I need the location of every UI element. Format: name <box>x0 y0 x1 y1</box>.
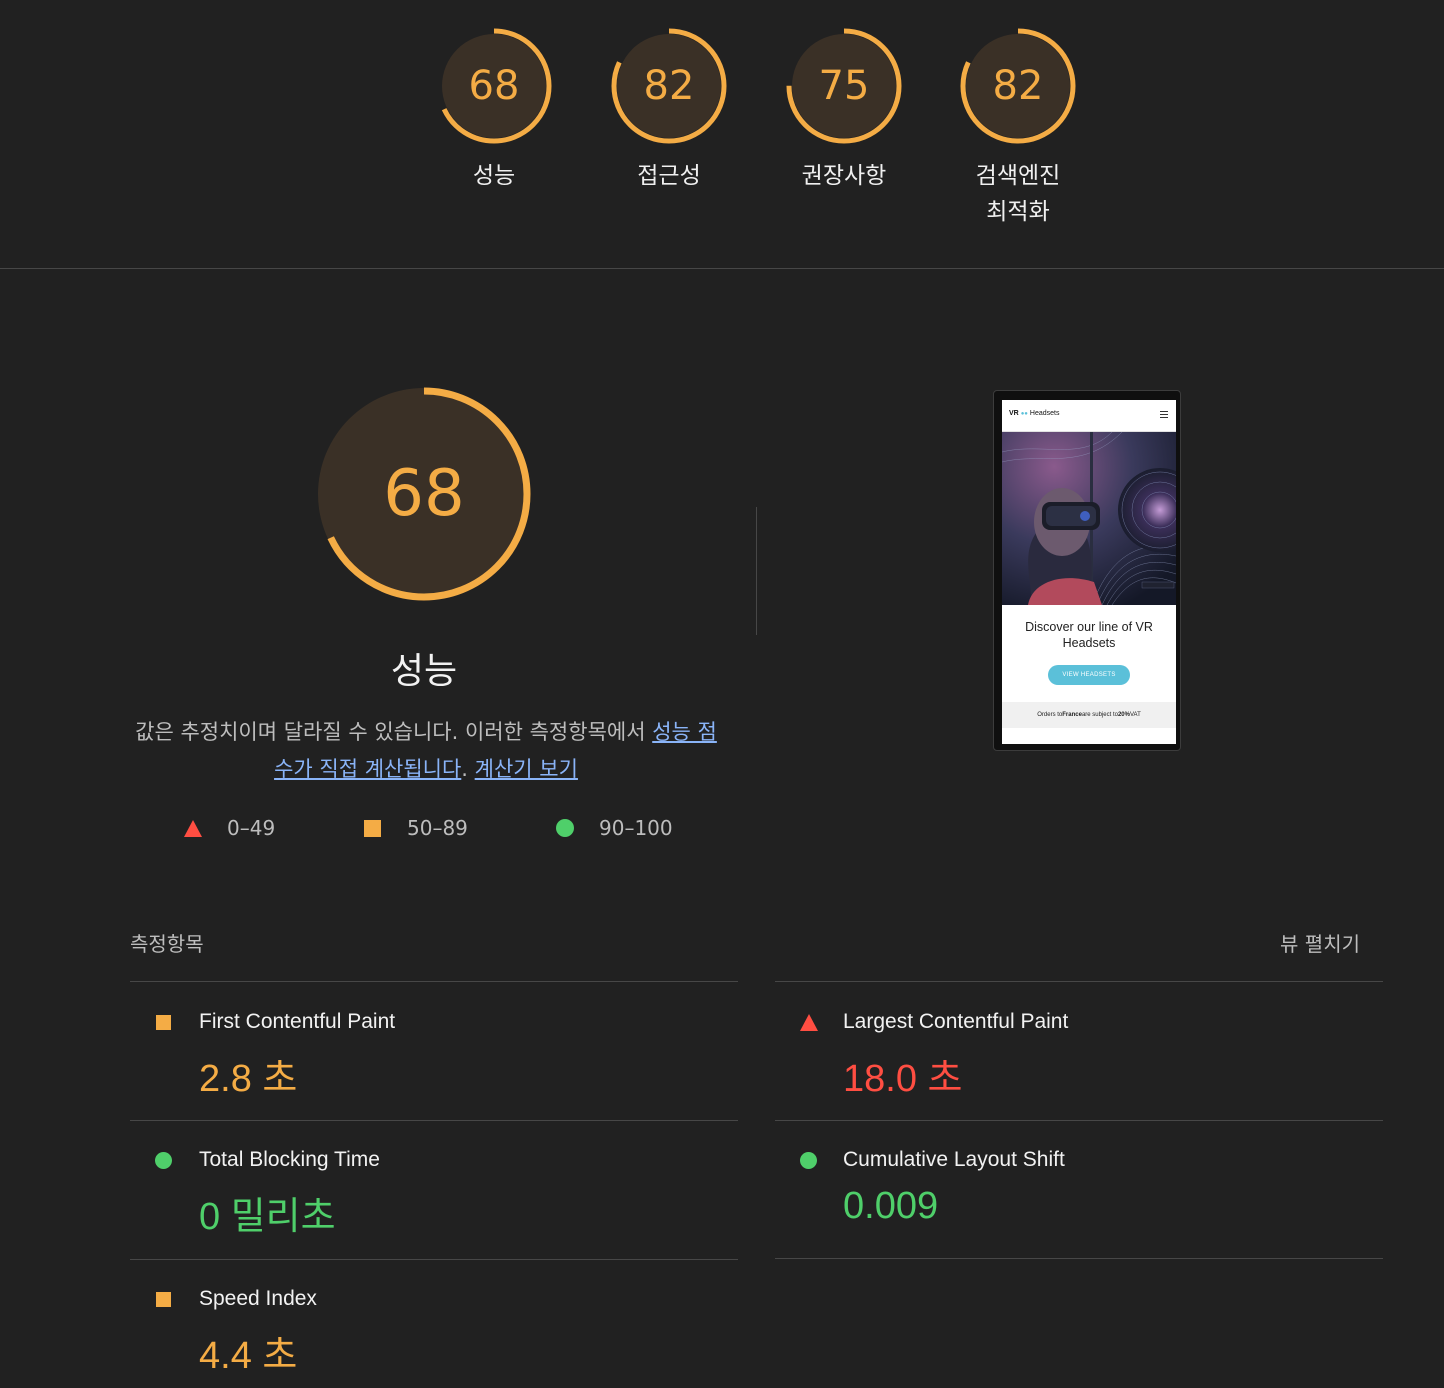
triangle-icon <box>800 1014 818 1031</box>
gauge-label: 권장사항 <box>801 163 887 189</box>
square-icon <box>156 1015 171 1030</box>
metric-cls-label: Cumulative Layout Shift <box>843 1148 1065 1171</box>
gauge-score: 82 <box>643 63 695 109</box>
description-text: 값은 추정치이며 달라질 수 있습니다. 이러한 측정항목에서 <box>135 720 653 744</box>
metrics-title: 측정항목 <box>130 932 204 956</box>
metric-si-value: 4.4 초 <box>199 1335 298 1377</box>
triangle-icon <box>184 819 202 837</box>
gauge-performance[interactable]: 68 성능 <box>434 26 554 189</box>
view-headsets-button: VIEW HEADSETS <box>1048 665 1130 685</box>
gauge-score: 75 <box>818 63 870 109</box>
legend-fail: 0–49 <box>184 816 275 840</box>
header-divider <box>0 268 1444 269</box>
square-icon <box>364 819 381 837</box>
divider <box>130 981 738 982</box>
metric-fcp-label: First Contentful Paint <box>199 1010 396 1033</box>
metric-si-label: Speed Index <box>199 1287 317 1310</box>
gauge-best-practices[interactable]: 75 권장사항 <box>784 26 904 189</box>
legend-range: 0–49 <box>227 816 276 840</box>
divider <box>130 1259 738 1260</box>
vat-notice: Orders to France are subject to 20% VAT <box>1002 702 1176 728</box>
gauge-score: 82 <box>992 63 1044 109</box>
screenshot-header: VR ●● Headsets <box>1002 400 1176 432</box>
divider <box>775 1258 1383 1259</box>
metric-tbt-value: 0 밀리초 <box>199 1196 336 1238</box>
gauge-accessibility[interactable]: 82 접근성 <box>609 26 729 189</box>
square-icon <box>156 1292 171 1307</box>
metric-lcp-value: 18.0 초 <box>843 1058 963 1100</box>
final-screenshot[interactable]: VR ●● Headsets Discover our line of VR H… <box>993 390 1181 751</box>
screenshot-screen: VR ●● Headsets Discover our line of VR H… <box>1002 400 1176 744</box>
metric-tbt-label: Total Blocking Time <box>199 1148 380 1171</box>
divider <box>775 1120 1383 1121</box>
gauge-seo[interactable]: 82 검색엔진 최적화 <box>958 26 1078 225</box>
dots-icon: ●● <box>1020 411 1028 417</box>
circle-icon <box>155 1152 172 1169</box>
gauge-label: 성능 <box>472 163 516 189</box>
gauge-label: 접근성 <box>637 163 701 189</box>
divider <box>130 1120 738 1121</box>
performance-score: 68 <box>383 457 465 531</box>
metric-lcp-label: Largest Contentful Paint <box>843 1010 1069 1033</box>
calculator-link[interactable]: 계산기 보기 <box>475 757 578 781</box>
hamburger-icon <box>1160 411 1168 420</box>
divider <box>775 981 1383 982</box>
legend-pass: 90–100 <box>556 816 673 840</box>
legend-range: 50–89 <box>407 816 468 840</box>
vertical-divider <box>756 507 757 635</box>
expand-view-toggle[interactable]: 뷰 펼치기 <box>1280 928 1360 957</box>
performance-title: 성능 <box>390 651 458 692</box>
circle-icon <box>800 1152 817 1169</box>
performance-description: 값은 추정치이며 달라질 수 있습니다. 이러한 측정항목에서 성능 점수가 직… <box>126 714 726 788</box>
gauge-score: 68 <box>468 63 520 109</box>
legend-average: 50–89 <box>364 816 468 840</box>
circle-icon <box>556 819 574 837</box>
hero-image <box>1002 432 1176 605</box>
screenshot-logo: VR ●● Headsets <box>1009 410 1060 417</box>
legend-range: 90–100 <box>599 816 673 840</box>
gauge-label: 검색엔진 최적화 <box>975 163 1061 225</box>
metric-cls-value: 0.009 <box>843 1185 939 1227</box>
metric-fcp-value: 2.8 초 <box>199 1058 298 1100</box>
description-dot: . <box>461 757 475 781</box>
hero-heading: Discover our line of VR Headsets <box>1025 620 1153 650</box>
